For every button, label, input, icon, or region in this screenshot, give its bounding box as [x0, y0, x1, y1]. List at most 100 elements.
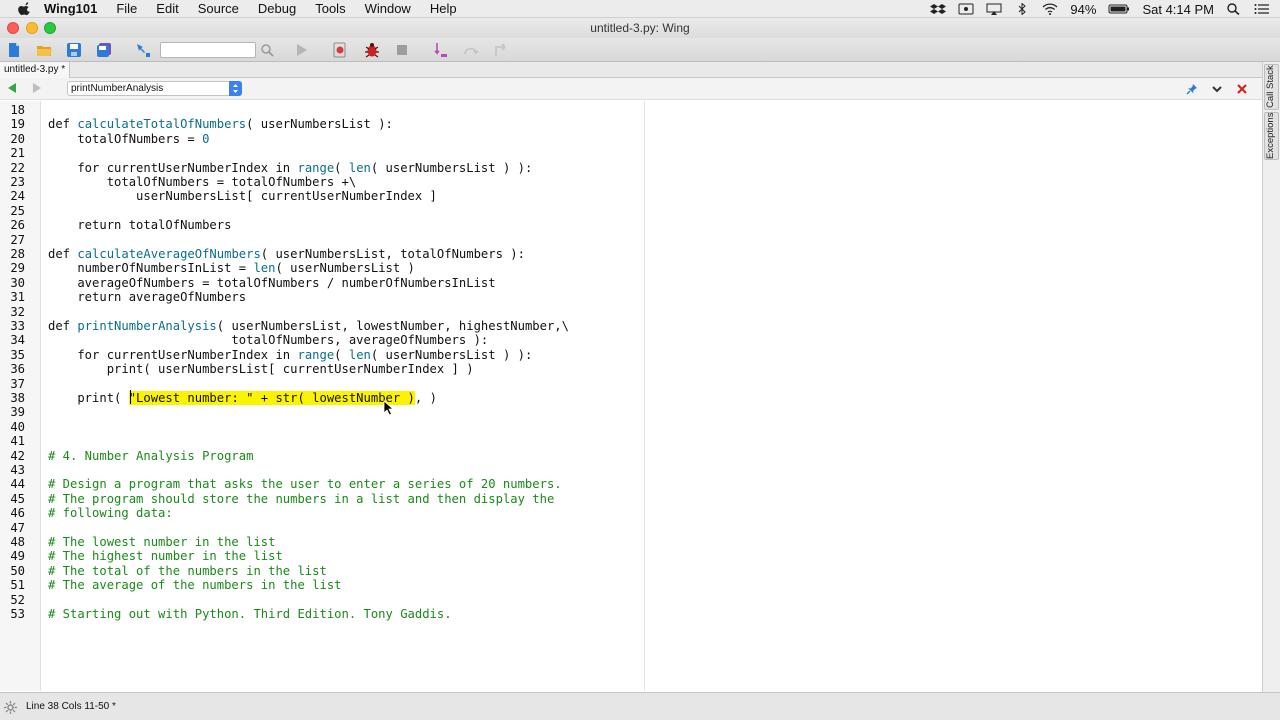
line-number[interactable]: 43 [0, 463, 25, 477]
spotlight-search-icon[interactable] [1226, 3, 1242, 15]
code-line[interactable]: print( userNumbersList[ currentUserNumbe… [48, 362, 474, 376]
code-line[interactable]: # 4. Number Analysis Program [48, 449, 253, 463]
line-number[interactable]: 33 [0, 319, 25, 333]
menu-debug[interactable]: Debug [258, 1, 296, 16]
code-editor[interactable]: 18 19 20 21 22 23 24 25 26 27 28 29 30 31 32 33 34 35 36 37… [0, 101, 1262, 691]
line-number[interactable]: 27 [0, 233, 25, 247]
menu-source[interactable]: Source [198, 1, 239, 16]
line-number[interactable]: 42 [0, 449, 25, 463]
save-icon[interactable] [66, 42, 82, 58]
code-line[interactable]: return totalOfNumbers [48, 218, 231, 232]
code-line[interactable]: # The program should store the numbers i… [48, 492, 554, 506]
line-number[interactable]: 39 [0, 405, 25, 419]
window-zoom-button[interactable] [44, 22, 56, 34]
airplay-icon[interactable] [986, 3, 1002, 15]
code-line[interactable]: # following data: [48, 506, 173, 520]
back-arrow-icon[interactable] [6, 82, 18, 94]
line-number[interactable]: 47 [0, 521, 25, 535]
line-number[interactable]: 32 [0, 305, 25, 319]
tab-call-stack[interactable]: Call Stack [1264, 64, 1279, 110]
menubar-clock[interactable]: Sat 4:14 PM [1142, 2, 1214, 17]
code-line[interactable]: print( "Lowest number: " + str( lowestNu… [48, 391, 437, 405]
code-line[interactable]: # Starting out with Python. Third Editio… [48, 607, 452, 621]
function-select[interactable]: printNumberAnalysis [67, 81, 242, 96]
line-number[interactable]: 22 [0, 161, 25, 175]
menu-edit[interactable]: Edit [156, 1, 178, 16]
stop-icon[interactable] [394, 42, 410, 58]
line-number[interactable]: 35 [0, 348, 25, 362]
code-line[interactable]: # The total of the numbers in the list [48, 564, 327, 578]
code-line[interactable]: def printNumberAnalysis( userNumbersList… [48, 319, 569, 333]
line-number[interactable]: 50 [0, 564, 25, 578]
step-over-icon[interactable] [463, 42, 479, 58]
step-into-icon[interactable] [433, 42, 449, 58]
line-number[interactable]: 31 [0, 290, 25, 304]
line-number[interactable]: 25 [0, 204, 25, 218]
open-folder-icon[interactable] [36, 42, 52, 58]
screen-recording-icon[interactable] [958, 3, 974, 15]
code-line[interactable]: totalOfNumbers, averageOfNumbers ): [48, 333, 488, 347]
line-number[interactable]: 18 [0, 103, 25, 117]
line-number[interactable]: 53 [0, 607, 25, 621]
line-number[interactable]: 26 [0, 218, 25, 232]
debug-bug-icon[interactable] [364, 42, 380, 58]
code-line[interactable]: for currentUserNumberIndex in range( len… [48, 348, 532, 362]
close-icon[interactable] [1236, 83, 1248, 95]
line-number[interactable]: 44 [0, 477, 25, 491]
code-line[interactable]: userNumbersList[ currentUserNumberIndex … [48, 189, 437, 203]
find-in-files-icon[interactable] [135, 42, 151, 58]
apple-icon[interactable] [18, 1, 32, 16]
line-number[interactable]: 30 [0, 276, 25, 290]
code-line[interactable]: numberOfNumbersInList = len( userNumbers… [48, 261, 415, 275]
line-number[interactable]: 48 [0, 535, 25, 549]
line-number[interactable]: 40 [0, 420, 25, 434]
code-line[interactable]: # The average of the numbers in the list [48, 578, 342, 592]
line-number[interactable]: 28 [0, 247, 25, 261]
gear-icon[interactable] [4, 701, 17, 714]
line-number[interactable]: 46 [0, 506, 25, 520]
code-line[interactable]: for currentUserNumberIndex in range( len… [48, 161, 532, 175]
line-number[interactable]: 34 [0, 333, 25, 347]
line-number[interactable]: 52 [0, 593, 25, 607]
search-icon[interactable] [259, 42, 275, 58]
battery-icon[interactable] [1108, 3, 1130, 15]
line-number[interactable]: 20 [0, 132, 25, 146]
save-all-icon[interactable] [96, 42, 112, 58]
line-number[interactable]: 21 [0, 146, 25, 160]
pin-icon[interactable] [1186, 83, 1198, 95]
code-line[interactable]: def calculateAverageOfNumbers( userNumbe… [48, 247, 525, 261]
dropbox-icon[interactable] [930, 3, 947, 15]
bluetooth-icon[interactable] [1014, 3, 1030, 15]
line-number[interactable]: 37 [0, 377, 25, 391]
menu-help[interactable]: Help [430, 1, 457, 16]
new-file-icon[interactable] [6, 42, 22, 58]
code-line[interactable]: # The lowest number in the list [48, 535, 275, 549]
line-number[interactable]: 29 [0, 261, 25, 275]
tab-exceptions[interactable]: Exceptions [1264, 112, 1279, 160]
line-number[interactable]: 24 [0, 189, 25, 203]
line-number[interactable]: 38 [0, 391, 25, 405]
tab-untitled-3[interactable]: untitled-3.py * [0, 62, 71, 78]
run-icon[interactable] [293, 42, 309, 58]
app-menu[interactable]: Wing101 [44, 1, 97, 16]
code-line[interactable]: return averageOfNumbers [48, 290, 246, 304]
step-out-icon[interactable] [493, 42, 509, 58]
code-line[interactable]: totalOfNumbers = 0 [48, 132, 209, 146]
line-number[interactable]: 49 [0, 549, 25, 563]
run-to-cursor-icon[interactable] [332, 42, 348, 58]
code-line[interactable]: def calculateTotalOfNumbers( userNumbers… [48, 117, 393, 131]
forward-arrow-icon[interactable] [31, 82, 43, 94]
line-number[interactable]: 41 [0, 434, 25, 448]
code-line[interactable]: # The highest number in the list [48, 549, 283, 563]
code-line[interactable]: averageOfNumbers = totalOfNumbers / numb… [48, 276, 495, 290]
line-number[interactable]: 19 [0, 117, 25, 131]
code-line[interactable]: # Design a program that asks the user to… [48, 477, 562, 491]
window-minimize-button[interactable] [26, 22, 38, 34]
notification-center-icon[interactable] [1254, 3, 1270, 15]
menu-window[interactable]: Window [365, 1, 411, 16]
chevron-down-icon[interactable] [1211, 83, 1223, 95]
menu-tools[interactable]: Tools [315, 1, 345, 16]
line-number[interactable]: 51 [0, 578, 25, 592]
code-line[interactable]: totalOfNumbers = totalOfNumbers +\ [48, 175, 357, 189]
line-number[interactable]: 36 [0, 362, 25, 376]
